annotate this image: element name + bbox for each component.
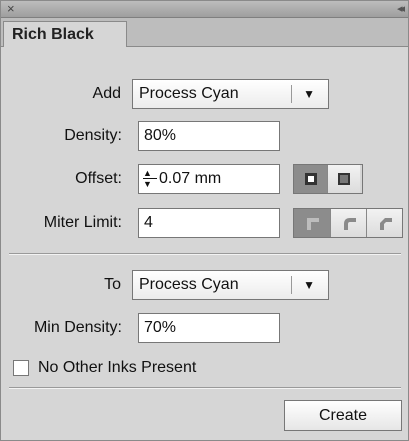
- tab-rich-black[interactable]: Rich Black: [3, 21, 127, 47]
- footer-divider-highlight: [9, 388, 401, 389]
- offset-outside-button[interactable]: [294, 165, 327, 193]
- density-input[interactable]: 80%: [138, 121, 280, 151]
- offset-mode-buttons: [293, 164, 363, 194]
- min-density-input[interactable]: 70%: [138, 313, 280, 343]
- dropdown-separator: [291, 85, 292, 103]
- bevel-join-button[interactable]: [366, 209, 402, 237]
- add-ink-value: Process Cyan: [139, 85, 239, 102]
- section-divider-highlight: [9, 254, 401, 255]
- join-buttons: [293, 208, 403, 238]
- no-other-inks-label[interactable]: No Other Inks Present: [38, 357, 196, 379]
- dropdown-arrow-icon: ▼: [303, 87, 315, 101]
- offset-label: Offset:: [75, 170, 122, 187]
- create-button[interactable]: Create: [284, 400, 402, 431]
- offset-outside-icon: [304, 173, 317, 185]
- no-other-inks-checkbox[interactable]: [13, 360, 29, 376]
- collapse-icon[interactable]: ◂◂: [397, 1, 405, 17]
- offset-value: 0.07 mm: [159, 170, 222, 187]
- miter-limit-input[interactable]: 4: [138, 208, 280, 238]
- to-ink-value: Process Cyan: [139, 276, 239, 293]
- miter-limit-label: Miter Limit:: [43, 214, 122, 231]
- add-label: Add: [92, 85, 121, 102]
- round-join-icon: [343, 218, 356, 230]
- dropdown-separator: [291, 276, 292, 294]
- to-label: To: [104, 276, 121, 293]
- round-join-button[interactable]: [330, 209, 366, 237]
- miter-join-icon: [307, 218, 319, 230]
- offset-stepper[interactable]: ▲ ▼ 0.07 mm: [138, 164, 280, 194]
- offset-inside-button[interactable]: [327, 165, 360, 193]
- rich-black-panel: × ◂◂ Rich Black Add Process Cyan ▼ Densi…: [0, 0, 409, 441]
- stepper-icon[interactable]: ▲ ▼: [143, 169, 157, 189]
- dropdown-arrow-icon: ▼: [303, 278, 315, 292]
- offset-inside-icon: [338, 173, 350, 185]
- bevel-join-icon: [379, 218, 392, 230]
- panel-titlebar: × ◂◂: [1, 1, 408, 18]
- miter-join-button[interactable]: [294, 209, 330, 237]
- close-icon[interactable]: ×: [7, 1, 15, 17]
- add-ink-dropdown[interactable]: Process Cyan ▼: [132, 79, 329, 109]
- to-ink-dropdown[interactable]: Process Cyan ▼: [132, 270, 329, 300]
- min-density-label: Min Density:: [33, 319, 122, 336]
- density-label: Density:: [64, 127, 122, 144]
